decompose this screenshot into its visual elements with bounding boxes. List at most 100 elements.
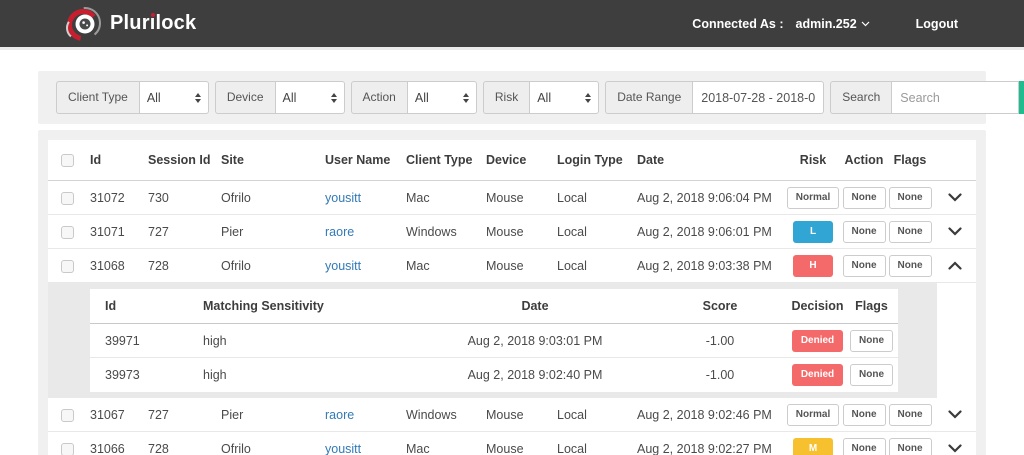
detail-table: Id Matching Sensitivity Date Score Decis… xyxy=(90,289,898,392)
cell-id: 31072 xyxy=(90,191,148,205)
collapse-row-button[interactable] xyxy=(944,259,966,272)
risk-badge: Normal xyxy=(787,187,839,209)
search-filter: Search Search xyxy=(830,81,1024,114)
chevron-down-icon xyxy=(948,410,962,419)
cell-device: Mouse xyxy=(486,259,557,273)
select-arrows-icon xyxy=(331,93,337,103)
detail-cell-score: -1.00 xyxy=(650,334,790,348)
risk-label: Risk xyxy=(483,81,529,114)
table-row: 31071 727 Pier raore Windows Mouse Local… xyxy=(48,215,976,249)
user-link[interactable]: raore xyxy=(325,225,354,239)
cell-client-type: Mac xyxy=(406,442,486,455)
detail-col-flags: Flags xyxy=(845,299,898,313)
risk-select[interactable]: All xyxy=(529,81,599,114)
logout-link[interactable]: Logout xyxy=(916,17,958,31)
cell-site: Ofrilo xyxy=(221,259,325,273)
col-flags: Flags xyxy=(887,153,933,167)
decision-badge: Denied xyxy=(792,330,843,352)
cell-date: Aug 2, 2018 9:02:27 PM xyxy=(637,442,785,455)
row-checkbox[interactable] xyxy=(61,443,74,455)
results-table-card: Id Session Id Site User Name Client Type… xyxy=(38,130,986,455)
row-checkbox[interactable] xyxy=(61,226,74,239)
action-label: Action xyxy=(351,81,407,114)
cell-client-type: Windows xyxy=(406,225,486,239)
expand-row-button[interactable] xyxy=(944,442,966,455)
connected-user-dropdown[interactable]: admin.252 xyxy=(796,17,870,31)
row-checkbox[interactable] xyxy=(61,192,74,205)
chevron-down-icon xyxy=(948,227,962,236)
chevron-down-icon xyxy=(948,193,962,202)
date-range-input[interactable] xyxy=(692,81,824,114)
col-risk: Risk xyxy=(785,153,841,167)
expand-row-button[interactable] xyxy=(944,408,966,421)
sessions-table: Id Session Id Site User Name Client Type… xyxy=(48,140,976,455)
device-select[interactable]: All xyxy=(275,81,345,114)
detail-cell-sensitivity: high xyxy=(185,368,420,382)
action-badge: None xyxy=(843,438,886,455)
cell-id: 31066 xyxy=(90,442,148,455)
col-client-type: Client Type xyxy=(406,153,486,167)
cell-date: Aug 2, 2018 9:06:01 PM xyxy=(637,225,785,239)
table-header-row: Id Session Id Site User Name Client Type… xyxy=(48,140,976,181)
search-label: Search xyxy=(830,81,891,114)
action-badge: None xyxy=(843,221,886,243)
detail-header-row: Id Matching Sensitivity Date Score Decis… xyxy=(90,289,898,324)
detail-row: 39973 high Aug 2, 2018 9:02:40 PM -1.00 … xyxy=(90,358,898,392)
detail-col-sensitivity: Matching Sensitivity xyxy=(185,299,420,313)
col-id: Id xyxy=(90,153,148,167)
detail-col-date: Date xyxy=(420,299,650,313)
flags-badge: None xyxy=(889,187,932,209)
user-link[interactable]: raore xyxy=(325,408,354,422)
cell-session-id: 730 xyxy=(148,191,221,205)
detail-col-decision: Decision xyxy=(790,299,845,313)
col-action: Action xyxy=(841,153,887,167)
cell-device: Mouse xyxy=(486,442,557,455)
user-link[interactable]: yousitt xyxy=(325,191,361,205)
col-device: Device xyxy=(486,153,557,167)
connected-user-name: admin.252 xyxy=(796,17,857,31)
client-type-select[interactable]: All xyxy=(139,81,209,114)
detail-col-score: Score xyxy=(650,299,790,313)
flags-badge: None xyxy=(889,438,932,455)
col-user-name: User Name xyxy=(325,153,406,167)
risk-badge: Normal xyxy=(787,404,839,426)
cell-client-type: Windows xyxy=(406,408,486,422)
cell-session-id: 727 xyxy=(148,225,221,239)
device-filter: Device All xyxy=(215,81,345,114)
user-link[interactable]: yousitt xyxy=(325,259,361,273)
filter-bar: Client Type All Device All Action All Ri… xyxy=(38,71,986,124)
detail-cell-id: 39973 xyxy=(90,368,185,382)
col-site: Site xyxy=(221,153,325,167)
cell-site: Pier xyxy=(221,408,325,422)
date-range-label: Date Range xyxy=(605,81,692,114)
search-input[interactable] xyxy=(891,81,1019,114)
plurilock-logo-icon xyxy=(64,4,104,44)
cell-login-type: Local xyxy=(557,225,637,239)
detail-cell-date: Aug 2, 2018 9:02:40 PM xyxy=(420,368,650,382)
cell-session-id: 727 xyxy=(148,408,221,422)
risk-value: All xyxy=(537,91,551,105)
cell-date: Aug 2, 2018 9:02:46 PM xyxy=(637,408,785,422)
detail-col-id: Id xyxy=(90,299,185,313)
expand-row-button[interactable] xyxy=(944,225,966,238)
table-row: 31066 728 Ofrilo yousitt Mac Mouse Local… xyxy=(48,432,976,455)
search-button[interactable]: Search xyxy=(1019,81,1024,114)
connected-as-label: Connected As : xyxy=(692,17,783,31)
flags-badge: None xyxy=(889,404,932,426)
client-type-filter: Client Type All xyxy=(56,81,209,114)
action-badge: None xyxy=(843,404,886,426)
expand-row-button[interactable] xyxy=(944,191,966,204)
cell-date: Aug 2, 2018 9:06:04 PM xyxy=(637,191,785,205)
flags-badge: None xyxy=(889,221,932,243)
col-session-id: Session Id xyxy=(148,153,221,167)
row-checkbox[interactable] xyxy=(61,409,74,422)
device-label: Device xyxy=(215,81,275,114)
action-select[interactable]: All xyxy=(407,81,477,114)
action-value: All xyxy=(415,91,429,105)
row-checkbox[interactable] xyxy=(61,260,74,273)
flags-badge: None xyxy=(850,364,893,386)
user-link[interactable]: yousitt xyxy=(325,442,361,455)
select-all-checkbox[interactable] xyxy=(61,154,74,167)
cell-site: Ofrilo xyxy=(221,191,325,205)
app-header: Plurılock Connected As : admin.252 Logou… xyxy=(0,0,1024,47)
